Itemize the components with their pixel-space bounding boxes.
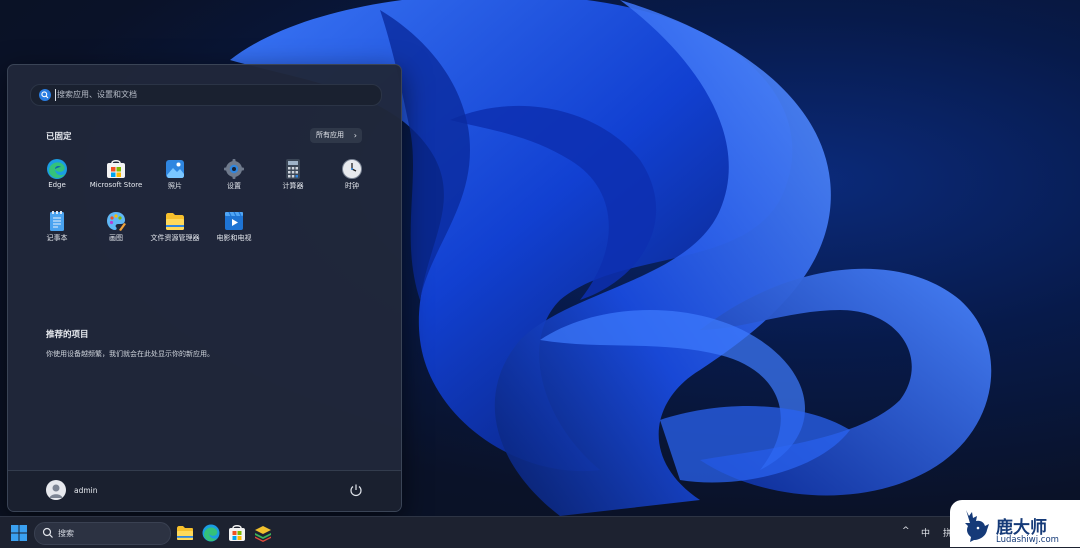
- search-icon: [39, 89, 51, 101]
- recommended-section-title: 推荐的项目: [46, 330, 89, 340]
- photos-icon: [166, 160, 184, 178]
- taskbar-search-label: 搜索: [58, 529, 74, 538]
- start-search-input[interactable]: 搜索应用、设置和文档: [30, 84, 382, 106]
- user-avatar[interactable]: [46, 480, 66, 500]
- file-explorer-icon: [166, 213, 184, 230]
- all-apps-button[interactable]: 所有应用 ›: [310, 128, 362, 143]
- search-placeholder: 搜索应用、设置和文档: [57, 90, 137, 99]
- app-stack-icon[interactable]: [253, 523, 273, 543]
- edge-icon[interactable]: [201, 523, 221, 543]
- store-icon[interactable]: [227, 523, 247, 543]
- paint-icon: [107, 212, 126, 231]
- user-avatar-icon: [49, 484, 63, 498]
- power-icon[interactable]: [348, 482, 364, 498]
- edge-icon: [47, 159, 67, 179]
- app-label: 时钟: [345, 182, 359, 190]
- start-menu-footer: admin: [8, 470, 401, 511]
- watermark-brand-url: Ludashiwj.com: [996, 535, 1059, 545]
- settings-icon: [224, 159, 244, 179]
- all-apps-label: 所有应用: [316, 131, 344, 139]
- user-name[interactable]: admin: [74, 486, 98, 495]
- pinned-app-clock[interactable]: 时钟: [322, 158, 382, 204]
- site-watermark: 鹿大师 Ludashiwj.com: [950, 500, 1080, 547]
- taskbar-search-box[interactable]: 搜索: [34, 522, 171, 545]
- search-icon: [42, 527, 53, 538]
- chevron-right-icon: ›: [353, 131, 357, 140]
- pinned-section-title: 已固定: [46, 132, 72, 142]
- input-language-indicator[interactable]: 中: [921, 526, 930, 539]
- clock-icon: [342, 159, 362, 179]
- store-icon: [107, 160, 125, 178]
- deer-logo-icon: [965, 510, 989, 542]
- windows-start-icon[interactable]: [9, 523, 29, 543]
- app-label: 电影和电视: [216, 234, 252, 242]
- movies-tv-icon: [225, 211, 243, 230]
- chevron-up-icon[interactable]: ^: [902, 526, 910, 536]
- notepad-icon: [50, 211, 64, 231]
- recommended-empty-text: 你使用设备越频繁，我们就会在此处显示你的新应用。: [46, 350, 214, 358]
- calculator-icon: [286, 159, 300, 179]
- file-explorer-icon[interactable]: [175, 523, 195, 543]
- pinned-app-movies-tv[interactable]: 电影和电视: [204, 210, 264, 256]
- text-caret: [55, 89, 56, 101]
- start-menu: 搜索应用、设置和文档 已固定 所有应用 › Edge Microsoft Sto…: [7, 64, 402, 512]
- taskbar: 搜索 ^ 中 拼: [0, 516, 1080, 548]
